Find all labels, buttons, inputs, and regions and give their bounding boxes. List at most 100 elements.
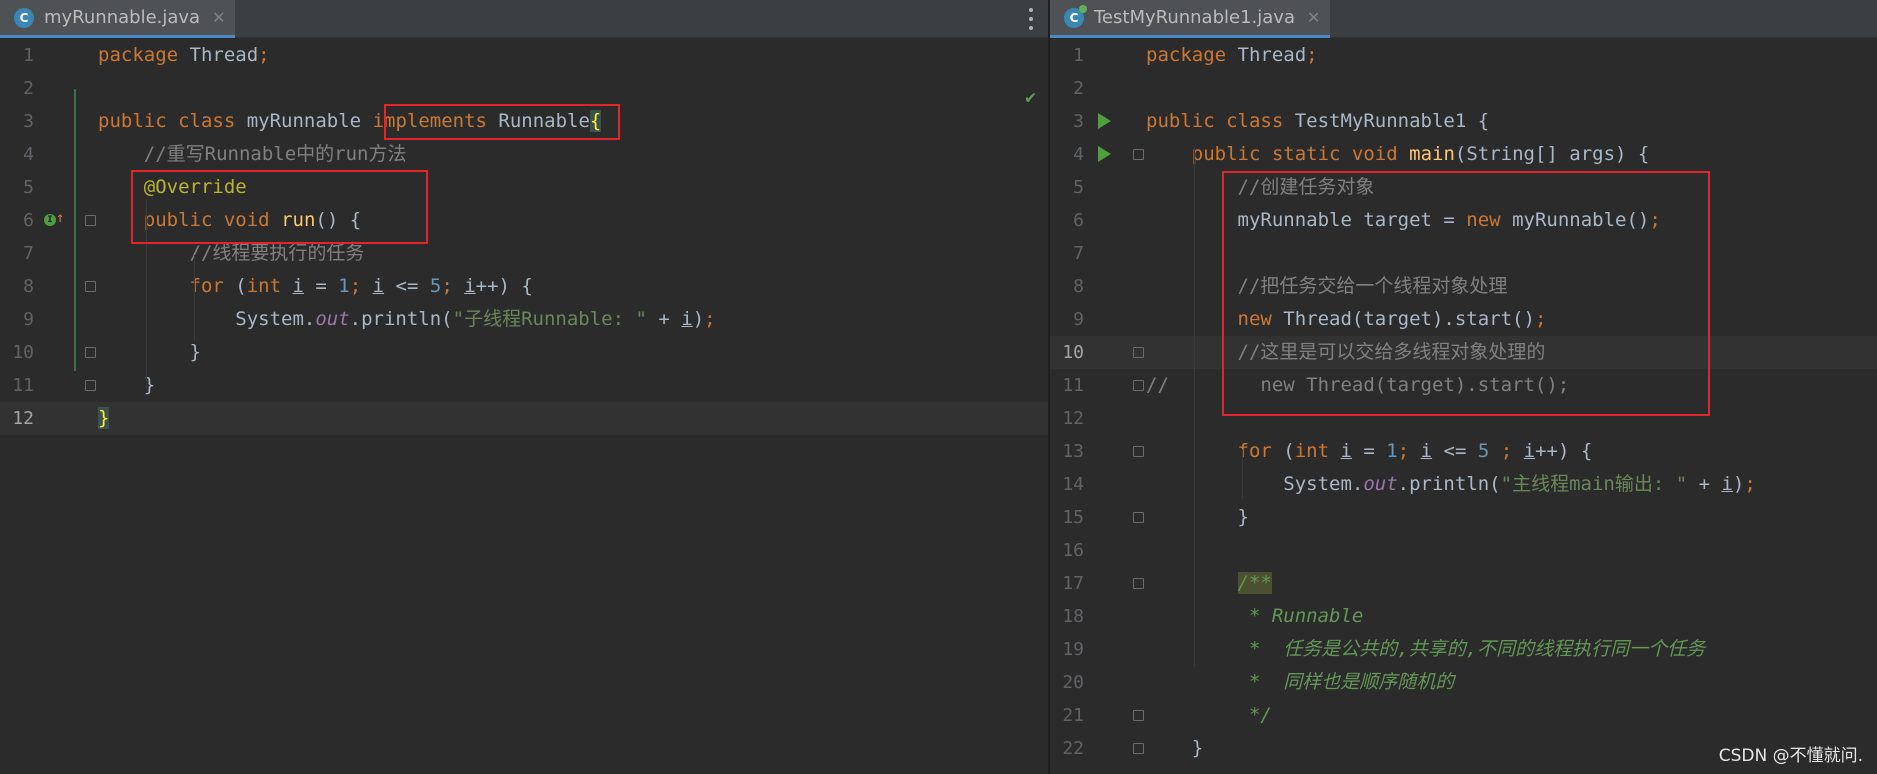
- line-number[interactable]: 1: [1050, 39, 1084, 72]
- code-token: public static void: [1191, 143, 1398, 165]
- code-line[interactable]: 5 @Override: [0, 171, 1048, 204]
- line-number[interactable]: 4: [1050, 138, 1084, 171]
- line-number[interactable]: 3: [1050, 105, 1084, 138]
- code-line[interactable]: 8 for (int i = 1; i <= 5; i++) {: [0, 270, 1048, 303]
- code-token: }: [1146, 506, 1249, 528]
- line-number[interactable]: 5: [1050, 171, 1084, 204]
- code-editor-right[interactable]: 1 package Thread; 2 3 public class TestMyRun…: [1050, 39, 1877, 774]
- code-line[interactable]: 11 // new Thread(target).start();: [1050, 369, 1877, 402]
- close-icon[interactable]: ✕: [1307, 8, 1320, 27]
- fold-toggle-icon[interactable]: [85, 215, 96, 226]
- code-line[interactable]: 6 myRunnable target = new myRunnable();: [1050, 204, 1877, 237]
- line-number[interactable]: 19: [1050, 633, 1084, 666]
- line-number[interactable]: 5: [0, 171, 34, 204]
- code-line[interactable]: 9 new Thread(target).start();: [1050, 303, 1877, 336]
- line-number[interactable]: 8: [1050, 270, 1084, 303]
- code-line[interactable]: 1 package Thread;: [1050, 39, 1877, 72]
- fold-toggle-icon[interactable]: [1133, 380, 1144, 391]
- line-number[interactable]: 2: [1050, 72, 1084, 105]
- code-line[interactable]: 10 //这里是可以交给多线程对象处理的: [1050, 336, 1877, 369]
- code-line[interactable]: 8 //把任务交给一个线程对象处理: [1050, 270, 1877, 303]
- line-number[interactable]: 17: [1050, 567, 1084, 600]
- fold-toggle-icon[interactable]: [85, 281, 96, 292]
- run-gutter-icon[interactable]: [1098, 113, 1111, 129]
- line-number[interactable]: 11: [1050, 369, 1084, 402]
- line-number[interactable]: 9: [0, 303, 34, 336]
- code-line[interactable]: 7 //线程要执行的任务: [0, 237, 1048, 270]
- fold-toggle-icon[interactable]: [1133, 347, 1144, 358]
- code-line[interactable]: 3 public class myRunnable implements Runn…: [0, 105, 1048, 138]
- line-number[interactable]: 7: [0, 237, 34, 270]
- code-line[interactable]: 6 I ↑ public void run() {: [0, 204, 1048, 237]
- close-icon[interactable]: ✕: [212, 8, 225, 27]
- line-number[interactable]: 10: [0, 336, 34, 369]
- code-text: /**: [1146, 567, 1272, 600]
- code-line[interactable]: 20 * 同样也是顺序随机的: [1050, 666, 1877, 699]
- code-line[interactable]: 5 //创建任务对象: [1050, 171, 1877, 204]
- code-text: System.out.println("主线程main输出: " + i);: [1146, 468, 1756, 501]
- line-number[interactable]: 21: [1050, 699, 1084, 732]
- code-line[interactable]: 21 */: [1050, 699, 1877, 732]
- line-number[interactable]: 12: [1050, 402, 1084, 435]
- code-line[interactable]: 4 //重写Runnable中的run方法: [0, 138, 1048, 171]
- fold-toggle-icon[interactable]: [85, 347, 96, 358]
- code-line[interactable]: 3 public class TestMyRunnable1 {: [1050, 105, 1877, 138]
- line-number[interactable]: 6: [0, 204, 34, 237]
- line-number[interactable]: 20: [1050, 666, 1084, 699]
- line-number[interactable]: 6: [1050, 204, 1084, 237]
- fold-toggle-icon[interactable]: [1133, 743, 1144, 754]
- code-line[interactable]: 16: [1050, 534, 1877, 567]
- fold-toggle-icon[interactable]: [1133, 149, 1144, 160]
- code-line[interactable]: 2: [0, 72, 1048, 105]
- run-gutter-icon[interactable]: [1098, 146, 1111, 162]
- more-options-icon[interactable]: [1028, 8, 1034, 30]
- code-line[interactable]: 11 }: [0, 369, 1048, 402]
- code-line[interactable]: 12: [1050, 402, 1877, 435]
- code-line[interactable]: 2: [1050, 72, 1877, 105]
- code-line[interactable]: 7: [1050, 237, 1877, 270]
- code-line[interactable]: 4 public static void main(String[] args)…: [1050, 138, 1877, 171]
- code-line[interactable]: 17 /**: [1050, 567, 1877, 600]
- implements-method-icon[interactable]: I ↑: [44, 211, 64, 229]
- fold-toggle-icon[interactable]: [1133, 512, 1144, 523]
- line-number[interactable]: 1: [0, 39, 34, 72]
- line-number[interactable]: 12: [0, 402, 34, 435]
- code-line[interactable]: 1 package Thread;: [0, 39, 1048, 72]
- line-number[interactable]: 14: [1050, 468, 1084, 501]
- code-line[interactable]: 15 }: [1050, 501, 1877, 534]
- line-number[interactable]: 15: [1050, 501, 1084, 534]
- code-token: * 任务是公共的,共享的,不同的线程执行同一个任务: [1248, 638, 1706, 660]
- line-number[interactable]: 7: [1050, 237, 1084, 270]
- fold-toggle-icon[interactable]: [1133, 710, 1144, 721]
- code-line[interactable]: 14 System.out.println("主线程main输出: " + i)…: [1050, 468, 1877, 501]
- line-number[interactable]: 13: [1050, 435, 1084, 468]
- tab-myrunnable[interactable]: C myRunnable.java ✕: [0, 0, 236, 38]
- code-line[interactable]: 9 System.out.println("子线程Runnable: " + i…: [0, 303, 1048, 336]
- code-text: //线程要执行的任务: [98, 237, 365, 270]
- code-line[interactable]: 19 * 任务是公共的,共享的,不同的线程执行同一个任务: [1050, 633, 1877, 666]
- code-line[interactable]: 13 for (int i = 1; i <= 5 ; i++) {: [1050, 435, 1877, 468]
- fold-toggle-icon[interactable]: [1133, 578, 1144, 589]
- code-token: (String[] args) {: [1454, 143, 1650, 165]
- code-line[interactable]: 10 }: [0, 336, 1048, 369]
- line-number[interactable]: 9: [1050, 303, 1084, 336]
- code-line[interactable]: 12}: [0, 402, 1048, 435]
- line-number[interactable]: 3: [0, 105, 34, 138]
- tab-testmyrunnable1[interactable]: C TestMyRunnable1.java ✕: [1050, 0, 1331, 38]
- line-number[interactable]: 8: [0, 270, 34, 303]
- line-number[interactable]: 16: [1050, 534, 1084, 567]
- line-number[interactable]: 4: [0, 138, 34, 171]
- line-number[interactable]: 22: [1050, 732, 1084, 765]
- code-line[interactable]: 18 * Runnable: [1050, 600, 1877, 633]
- code-editor-left[interactable]: 1 package Thread; 2 3 public class myRunnabl…: [0, 39, 1048, 774]
- line-number[interactable]: 18: [1050, 600, 1084, 633]
- fold-toggle-icon[interactable]: [1133, 446, 1144, 457]
- line-number[interactable]: 2: [0, 72, 34, 105]
- line-number[interactable]: 11: [0, 369, 34, 402]
- code-token: Thread: [1226, 44, 1307, 66]
- fold-toggle-icon[interactable]: [85, 380, 96, 391]
- line-number[interactable]: 10: [1050, 336, 1084, 369]
